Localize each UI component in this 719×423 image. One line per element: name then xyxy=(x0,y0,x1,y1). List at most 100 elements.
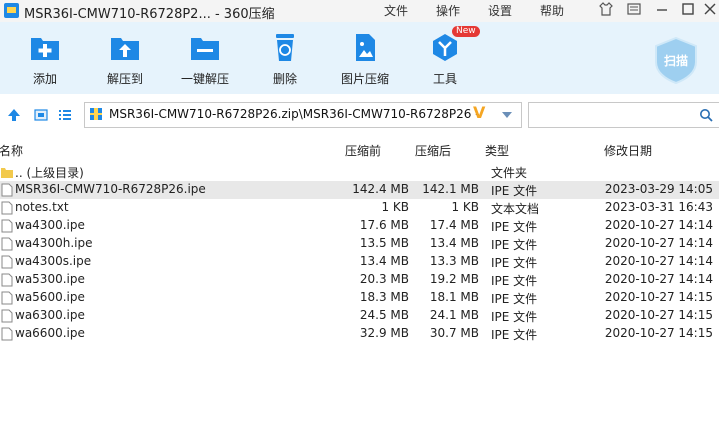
column-type[interactable]: 类型 xyxy=(485,142,509,159)
search-input[interactable] xyxy=(528,102,719,128)
tools-button[interactable]: New 工具 xyxy=(410,26,480,87)
file-name: wa6600.ipe xyxy=(15,326,85,340)
file-name: wa4300s.ipe xyxy=(15,254,92,268)
list-item[interactable]: MSR36I-CMW710-R6728P26.ipe 142.4 MB 142.… xyxy=(0,181,719,199)
verify-icon[interactable]: V xyxy=(473,103,485,122)
file-icon xyxy=(1,291,13,305)
scan-button[interactable]: 扫描 xyxy=(652,36,700,85)
extract-to-label: 解压到 xyxy=(106,72,143,86)
skin-icon[interactable] xyxy=(598,2,614,18)
file-original: 1 KB xyxy=(451,200,479,214)
file-icon xyxy=(1,309,13,323)
file-type: IPE 文件 xyxy=(491,274,538,288)
path-dropdown-icon[interactable] xyxy=(502,112,512,118)
menu-file[interactable]: 文件 xyxy=(384,2,408,19)
image-compress-label: 图片压缩 xyxy=(340,72,389,86)
file-name: notes.txt xyxy=(15,200,69,214)
file-icon xyxy=(1,201,13,215)
window-title: MSR36I-CMW710-R6728P2... - 360压缩 xyxy=(24,7,275,22)
file-compressed: 13.4 MB xyxy=(359,254,409,268)
file-type: 文件夹 xyxy=(491,166,528,180)
file-icon xyxy=(1,237,13,251)
list-item[interactable]: .. (上级目录) 文件夹 xyxy=(0,163,719,181)
file-type: IPE 文件 xyxy=(491,256,538,270)
minimize-icon[interactable] xyxy=(654,2,670,18)
file-type: IPE 文件 xyxy=(491,184,538,198)
file-icon xyxy=(1,273,13,287)
toolbar: 添加 解压到 一键解压 删除 图片压缩 New 工具 扫描 xyxy=(0,22,719,94)
up-arrow-icon[interactable] xyxy=(6,107,22,123)
one-click-extract-label: 一键解压 xyxy=(180,72,229,86)
delete-button[interactable]: 删除 xyxy=(250,32,320,87)
menu-operation[interactable]: 操作 xyxy=(436,2,460,19)
file-icon xyxy=(1,219,13,233)
menu-help[interactable]: 帮助 xyxy=(540,2,564,19)
title-bar: MSR36I-CMW710-R6728P2... - 360压缩 文件 操作 设… xyxy=(0,0,719,22)
search-icon[interactable] xyxy=(699,108,713,125)
file-compressed: 17.6 MB xyxy=(359,218,409,232)
file-compressed: 18.3 MB xyxy=(359,290,409,304)
list-item[interactable]: notes.txt 1 KB 1 KB 文本文档 2023-03-31 16:4… xyxy=(0,199,719,217)
maximize-icon[interactable] xyxy=(680,2,696,18)
file-date: 2020-10-27 14:14 xyxy=(604,236,713,250)
file-date: 2023-03-31 16:43 xyxy=(604,200,713,214)
file-date: 2023-03-29 14:05 xyxy=(604,182,713,196)
list-item[interactable]: wa5600.ipe 18.3 MB 18.1 MB IPE 文件 2020-1… xyxy=(0,289,719,307)
file-name: wa4300h.ipe xyxy=(15,236,93,250)
column-original[interactable]: 压缩后 xyxy=(415,142,451,159)
one-click-extract-button[interactable]: 一键解压 xyxy=(170,32,240,87)
tools-label: 工具 xyxy=(432,72,457,86)
extract-to-button[interactable]: 解压到 xyxy=(90,32,160,87)
add-label: 添加 xyxy=(32,72,57,86)
file-date: 2020-10-27 14:14 xyxy=(604,218,713,232)
file-compressed: 20.3 MB xyxy=(359,272,409,286)
list-item[interactable]: wa5300.ipe 20.3 MB 19.2 MB IPE 文件 2020-1… xyxy=(0,271,719,289)
file-compressed: 24.5 MB xyxy=(359,308,409,322)
file-compressed: 142.4 MB xyxy=(352,182,409,196)
file-original: 30.7 MB xyxy=(429,326,479,340)
file-type: 文本文档 xyxy=(491,202,540,216)
file-compressed: 1 KB xyxy=(381,200,409,214)
add-icon xyxy=(31,38,59,60)
file-original: 18.1 MB xyxy=(429,290,479,304)
column-modified[interactable]: 修改日期 xyxy=(604,142,652,159)
menu-settings[interactable]: 设置 xyxy=(488,2,512,19)
list-item[interactable]: wa4300h.ipe 13.5 MB 13.4 MB IPE 文件 2020-… xyxy=(0,235,719,253)
list-item[interactable]: wa4300.ipe 17.6 MB 17.4 MB IPE 文件 2020-1… xyxy=(0,217,719,235)
archive-icon xyxy=(89,107,103,121)
file-compressed: 13.5 MB xyxy=(359,236,409,250)
close-icon[interactable] xyxy=(702,2,718,18)
view-thumbnail-icon[interactable] xyxy=(33,107,49,123)
add-button[interactable]: 添加 xyxy=(10,32,80,87)
scan-label: 扫描 xyxy=(663,54,688,68)
file-original: 17.4 MB xyxy=(429,218,479,232)
list-item[interactable]: wa6300.ipe 24.5 MB 24.1 MB IPE 文件 2020-1… xyxy=(0,307,719,325)
folder-icon xyxy=(1,165,13,179)
column-name[interactable]: 名称 xyxy=(0,142,23,159)
file-type: IPE 文件 xyxy=(491,310,538,324)
list-item[interactable]: wa6600.ipe 32.9 MB 30.7 MB IPE 文件 2020-1… xyxy=(0,325,719,343)
file-name: wa6300.ipe xyxy=(15,308,85,322)
file-date: 2020-10-27 14:15 xyxy=(604,326,713,340)
path-field[interactable]: MSR36I-CMW710-R6728P26.zip\MSR36I-CMW710… xyxy=(84,102,522,128)
file-name: wa5600.ipe xyxy=(15,290,85,304)
delete-label: 删除 xyxy=(272,72,297,86)
image-compress-button[interactable]: 图片压缩 xyxy=(330,32,400,87)
file-type: IPE 文件 xyxy=(491,220,538,234)
view-list-icon[interactable] xyxy=(57,107,73,123)
extract-folder-icon xyxy=(111,38,139,60)
file-original: 24.1 MB xyxy=(429,308,479,322)
column-header: 名称 压缩前 压缩后 类型 修改日期 xyxy=(0,139,719,159)
file-icon xyxy=(1,327,13,341)
file-compressed: 32.9 MB xyxy=(359,326,409,340)
file-icon xyxy=(1,183,13,197)
address-bar: MSR36I-CMW710-R6728P26.zip\MSR36I-CMW710… xyxy=(0,98,719,132)
file-name: wa4300.ipe xyxy=(15,218,85,232)
path-text: MSR36I-CMW710-R6728P26.zip\MSR36I-CMW710… xyxy=(109,107,480,121)
one-click-extract-icon xyxy=(191,38,219,60)
menu-list-icon[interactable] xyxy=(626,2,642,18)
image-compress-icon xyxy=(356,34,375,61)
file-original: 19.2 MB xyxy=(429,272,479,286)
column-compressed[interactable]: 压缩前 xyxy=(345,142,381,159)
list-item[interactable]: wa4300s.ipe 13.4 MB 13.3 MB IPE 文件 2020-… xyxy=(0,253,719,271)
